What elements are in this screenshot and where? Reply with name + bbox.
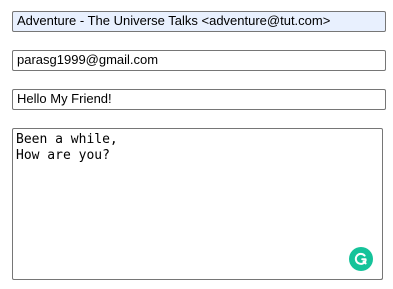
to-field[interactable]: parasg1999@gmail.com — [12, 50, 386, 71]
textarea-resize-handle[interactable] — [374, 271, 382, 279]
subject-field[interactable]: Hello My Friend! — [12, 89, 386, 110]
grammarly-icon[interactable] — [349, 247, 373, 271]
message-body-textarea[interactable]: Been a while, How are you? — [12, 128, 383, 280]
grammarly-g-glyph — [354, 252, 367, 265]
from-field[interactable]: Adventure - The Universe Talks <adventur… — [12, 11, 386, 32]
